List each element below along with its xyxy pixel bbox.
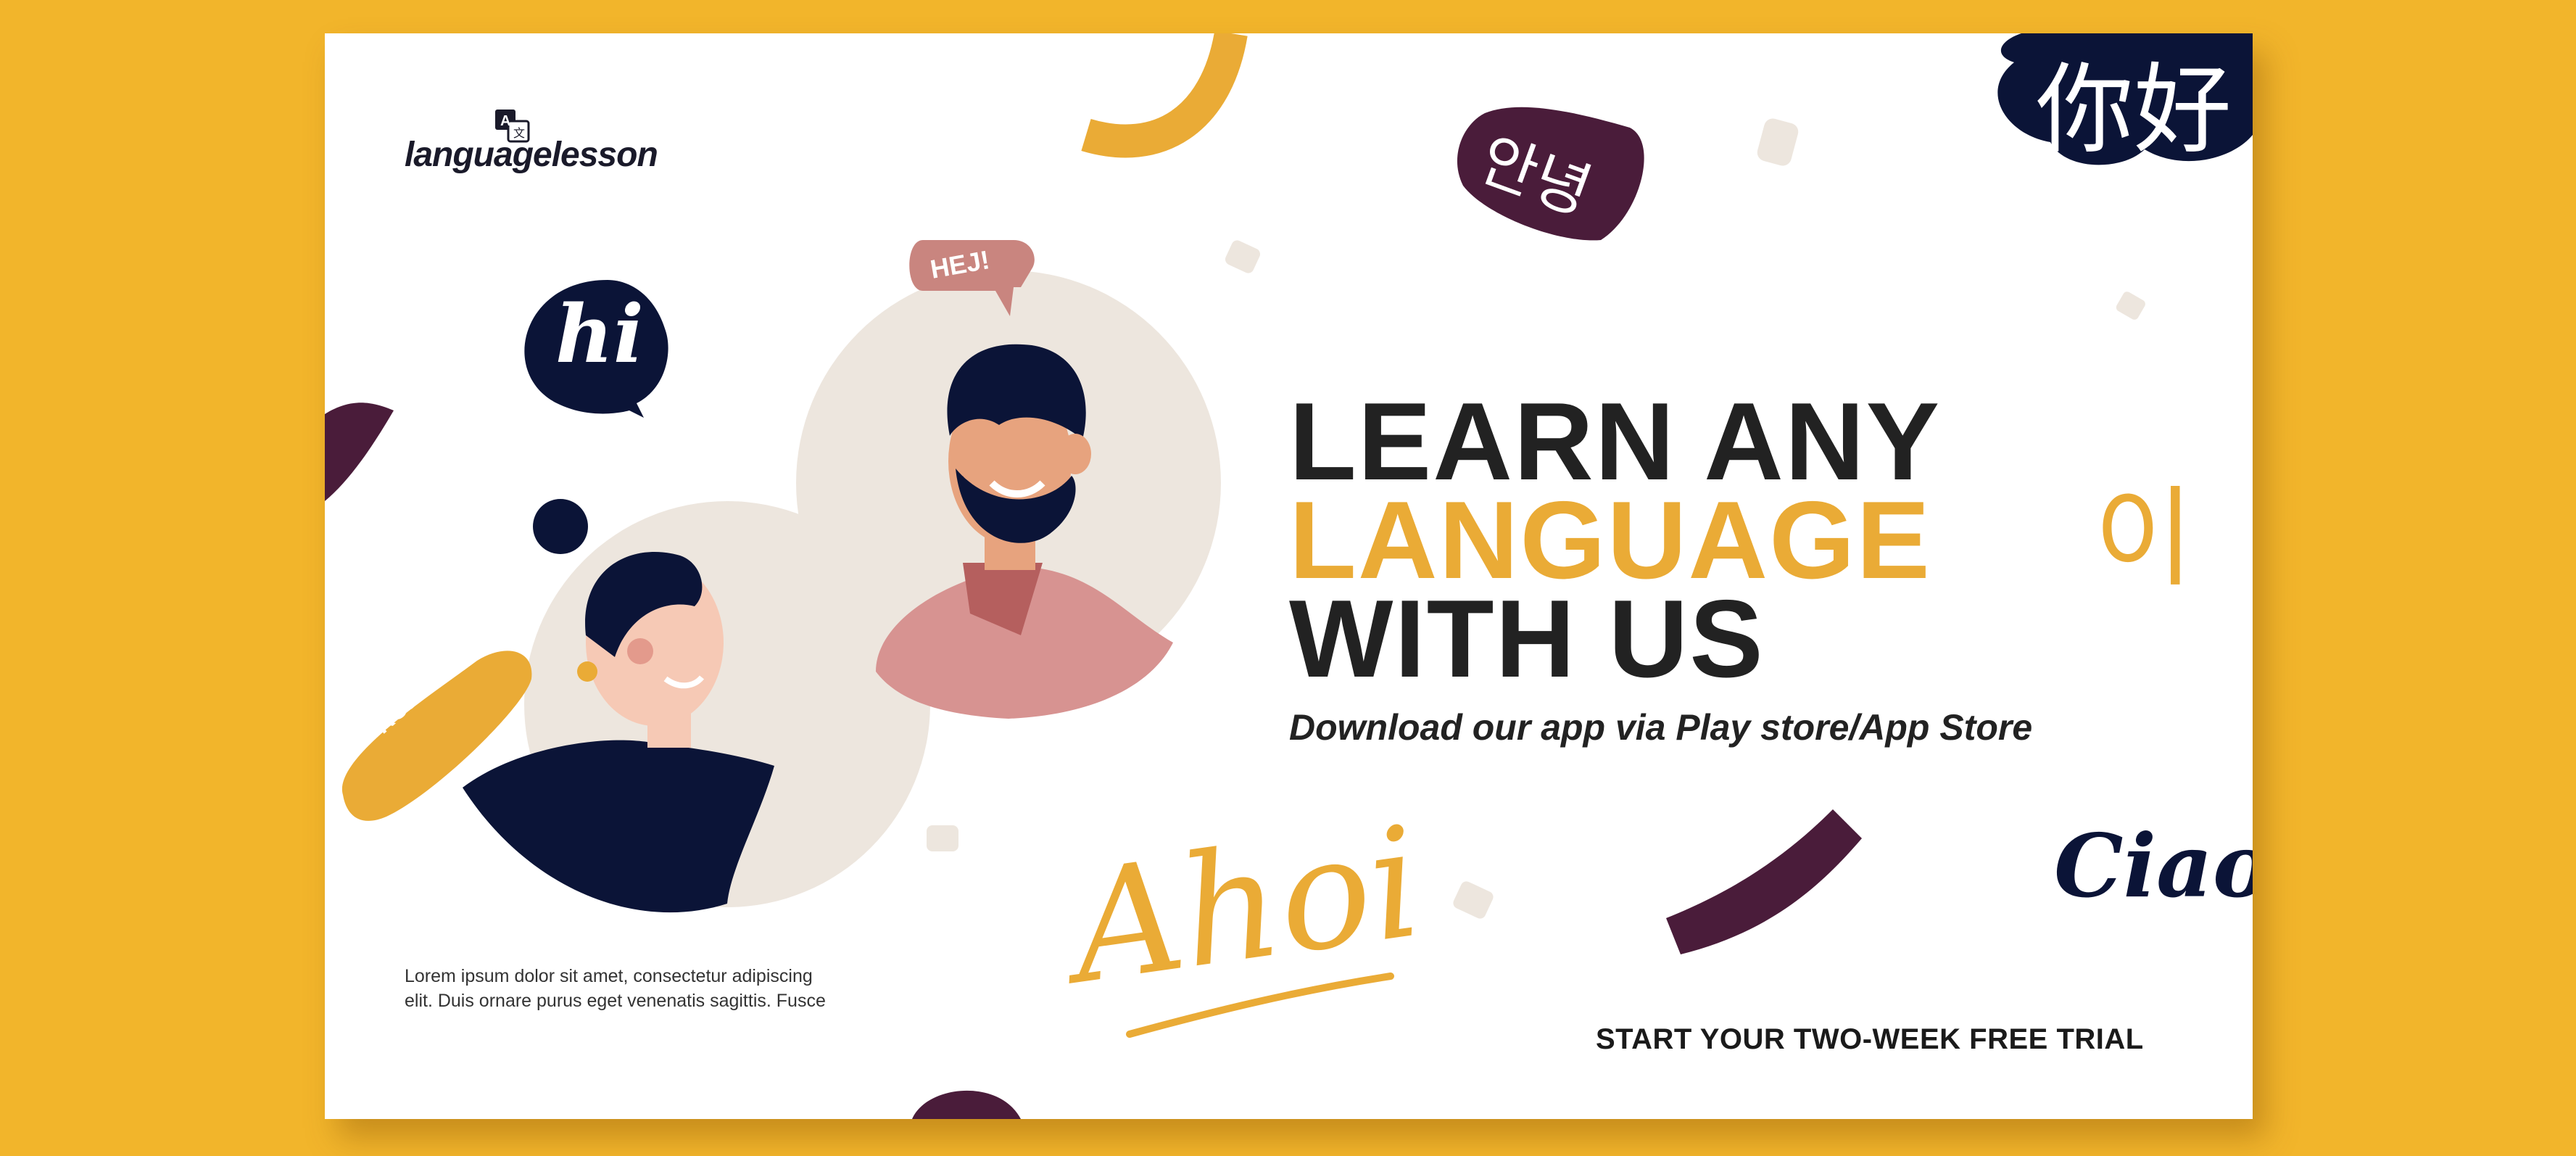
korean-i-text: 이 [2094,476,2195,602]
body-text-line-2: elit. Duis ornare purus eget venenatis s… [405,991,826,1011]
download-subline[interactable]: Download our app via Play store/App Stor… [1289,706,2032,748]
ciao-text: Ciao [2054,815,2253,917]
bubble-hi: hi [555,287,644,381]
ahoi-underline [1126,973,1394,1038]
headline: LEARN ANY LANGUAGE WITH US [1289,380,1942,701]
body-text-line-1: Lorem ipsum dolor sit amet, consectetur … [405,966,813,986]
free-trial-cta[interactable]: START YOUR TWO-WEEK FREE TRIAL [1596,1023,2144,1056]
banner-card: A 文 languagelesson hi HEJ! KONNICHIWA 안녕… [325,33,2253,1119]
bubble-nihao: 你好 [2036,53,2232,167]
body-text: Lorem ipsum dolor sit amet, consectetur … [405,964,898,1013]
headline-line-3: WITH US [1289,577,1765,701]
headline-line-1: LEARN ANY [1289,380,1942,503]
headline-line-2: LANGUAGE [1289,479,1931,602]
